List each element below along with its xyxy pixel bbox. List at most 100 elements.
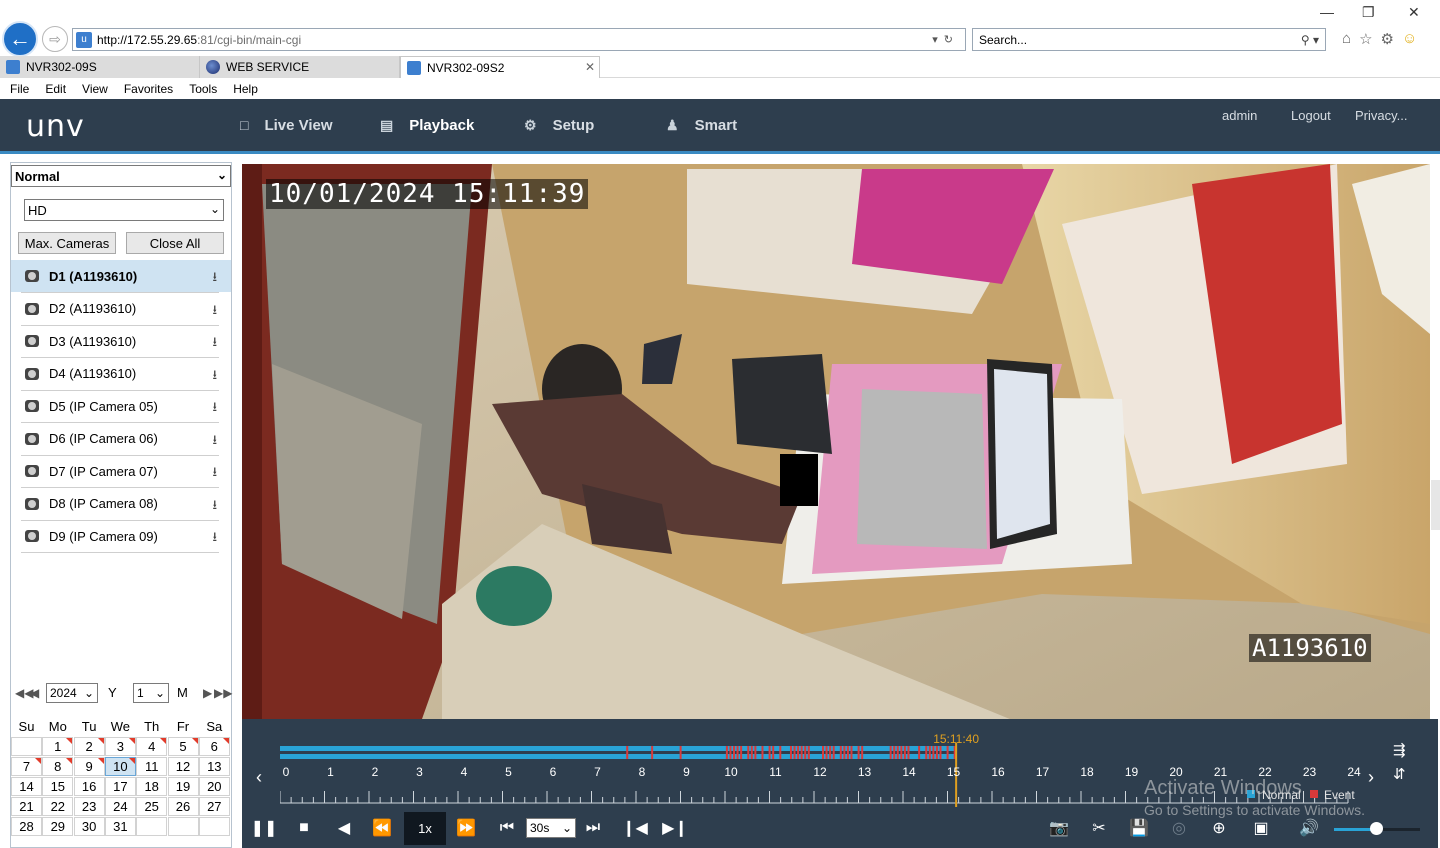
mode-select[interactable]: Normal ⌄ <box>11 165 231 187</box>
camera-item[interactable]: D8 (IP Camera 08) ⭳ <box>11 488 231 520</box>
interval-select[interactable]: 30s ⌄ <box>526 818 576 838</box>
calendar-day[interactable]: 7 <box>11 757 42 776</box>
camera-item[interactable]: D6 (IP Camera 06) ⭳ <box>11 423 231 455</box>
view-icon[interactable]: ◎ <box>1168 817 1190 839</box>
favorites-star-icon[interactable]: ☆ <box>1359 30 1372 48</box>
calendar-day[interactable]: 2 <box>73 737 105 756</box>
menu-view[interactable]: View <box>82 82 108 96</box>
download-icon[interactable]: ⭳ <box>212 366 217 388</box>
timeline-right-arrow-icon[interactable]: › <box>1368 767 1374 788</box>
download-icon[interactable]: ⭳ <box>212 431 217 453</box>
calendar-day[interactable]: 11 <box>136 757 168 776</box>
rewind-icon[interactable]: ⏪ <box>370 817 394 839</box>
privacy-link[interactable]: Privacy... <box>1355 108 1408 123</box>
camera-item[interactable]: D5 (IP Camera 05) ⭳ <box>11 390 231 422</box>
smiley-icon[interactable]: ☺ <box>1402 30 1417 48</box>
zoom-in-timeline-icon[interactable]: ⇶ <box>1393 741 1406 759</box>
calendar-day[interactable]: 25 <box>136 797 168 816</box>
nav-playback[interactable]: ▤ Playback <box>362 99 493 154</box>
frame-back-icon[interactable]: ◀ <box>334 817 354 839</box>
nav-live-view[interactable]: □ Live View <box>240 99 333 151</box>
year-select[interactable]: 2024 ⌄ <box>46 683 98 703</box>
calendar-day[interactable]: 29 <box>42 817 74 836</box>
calendar-day[interactable]: 27 <box>198 797 230 816</box>
home-icon[interactable]: ⌂ <box>1342 30 1351 48</box>
stop-icon[interactable]: ■ <box>294 817 314 839</box>
menu-favorites[interactable]: Favorites <box>124 82 173 96</box>
calendar-day[interactable]: 20 <box>198 777 230 796</box>
download-icon[interactable]: ⭳ <box>212 398 217 420</box>
page-scrollbar[interactable] <box>1431 480 1440 530</box>
timeline-left-arrow-icon[interactable]: ‹ <box>256 767 262 788</box>
calendar-day[interactable]: 30 <box>73 817 105 836</box>
max-cameras-button[interactable]: Max. Cameras <box>18 232 116 254</box>
calendar-day[interactable]: 22 <box>42 797 74 816</box>
calendar-day[interactable]: 9 <box>73 757 105 776</box>
camera-item[interactable]: D3 (A1193610) ⭳ <box>11 325 231 357</box>
stream-select[interactable]: HD ⌄ <box>24 199 224 221</box>
calendar-day[interactable]: 1 <box>42 737 74 756</box>
download-icon[interactable]: ⭳ <box>212 301 217 323</box>
calendar-day[interactable]: 26 <box>167 797 199 816</box>
menu-help[interactable]: Help <box>233 82 258 96</box>
download-icon[interactable]: ⭳ <box>212 528 217 550</box>
calendar-day[interactable]: 13 <box>198 757 230 776</box>
search-input[interactable]: Search... ⚲ ▾ <box>972 28 1326 51</box>
clip-icon[interactable]: ✂ <box>1088 817 1110 839</box>
nav-smart[interactable]: ♟ Smart <box>666 99 737 151</box>
pause-icon[interactable]: ❚❚ <box>251 817 278 839</box>
fast-forward-icon[interactable]: ⏩ <box>454 817 478 839</box>
next-year-icon[interactable]: ▶▶ <box>214 686 232 700</box>
camera-item[interactable]: D4 (A1193610) ⭳ <box>11 358 231 390</box>
video-view[interactable]: 10/01/2024 15:11:39 A1193610 <box>242 164 1430 719</box>
calendar-day[interactable]: 14 <box>11 777 42 796</box>
back-button[interactable]: ← <box>2 21 38 57</box>
tab-nvr302-09s2[interactable]: NVR302-09S2 ✕ <box>400 56 600 78</box>
calendar-day[interactable]: 18 <box>136 777 168 796</box>
tab-close-icon[interactable]: ✕ <box>585 60 595 74</box>
settings-gear-icon[interactable]: ⚙ <box>1381 30 1394 48</box>
tab-nvr302-09s[interactable]: NVR302-09S <box>0 56 200 78</box>
camera-item[interactable]: D9 (IP Camera 09) ⭳ <box>11 520 231 552</box>
snapshot-icon[interactable]: 📷 <box>1048 817 1070 839</box>
calendar-day[interactable]: 17 <box>104 777 136 796</box>
download-icon[interactable]: ⭳ <box>212 268 217 290</box>
camera-item[interactable]: D7 (IP Camera 07) ⭳ <box>11 455 231 487</box>
close-all-button[interactable]: Close All <box>126 232 224 254</box>
next-month-icon[interactable]: ▶ <box>203 686 212 700</box>
restore-icon[interactable]: ❐ <box>1362 4 1375 21</box>
calendar-day[interactable]: 12 <box>167 757 199 776</box>
camera-item[interactable]: D1 (A1193610) ⭳ <box>11 260 231 292</box>
close-icon[interactable]: ✕ <box>1408 4 1420 21</box>
nav-setup[interactable]: ⚙ Setup <box>524 99 594 151</box>
calendar-day[interactable]: 19 <box>167 777 199 796</box>
menu-tools[interactable]: Tools <box>189 82 217 96</box>
calendar-day[interactable]: 28 <box>11 817 42 836</box>
prev-month-icon[interactable]: ◀ <box>30 686 39 700</box>
calendar-day[interactable]: 3 <box>104 737 136 756</box>
search-icon[interactable]: ⚲ ▾ <box>1301 33 1319 47</box>
calendar-day[interactable]: 8 <box>42 757 74 776</box>
previous-frame-icon[interactable]: ❙◀ <box>622 817 648 839</box>
skip-forward-icon[interactable]: ⏭ <box>582 817 604 839</box>
forward-button[interactable]: ⇨ <box>42 26 68 52</box>
calendar-day[interactable]: 21 <box>11 797 42 816</box>
next-frame-icon[interactable]: ▶❙ <box>662 817 688 839</box>
download-icon[interactable]: ⭳ <box>212 496 217 518</box>
download-icon[interactable]: ⭳ <box>212 333 217 355</box>
calendar-day[interactable]: 4 <box>136 737 168 756</box>
skip-back-icon[interactable]: ⏮ <box>496 817 518 839</box>
digital-zoom-icon[interactable]: ⊕ <box>1208 817 1230 839</box>
zoom-out-timeline-icon[interactable]: ⇵ <box>1393 765 1406 783</box>
month-select[interactable]: 1 ⌄ <box>133 683 169 703</box>
calendar-day[interactable]: 15 <box>42 777 74 796</box>
calendar-day[interactable]: 16 <box>73 777 105 796</box>
address-bar[interactable]: u http://172.55.29.65 :81/cgi-bin/main-c… <box>72 28 966 51</box>
refresh-icon[interactable]: ▾↻ <box>932 33 959 46</box>
volume-slider-thumb[interactable] <box>1370 822 1383 835</box>
calendar-day[interactable]: 24 <box>104 797 136 816</box>
logout-link[interactable]: Logout <box>1291 108 1331 123</box>
minimize-icon[interactable]: — <box>1320 4 1334 20</box>
download-icon[interactable]: ⭳ <box>212 463 217 485</box>
calendar-day[interactable]: 23 <box>73 797 105 816</box>
